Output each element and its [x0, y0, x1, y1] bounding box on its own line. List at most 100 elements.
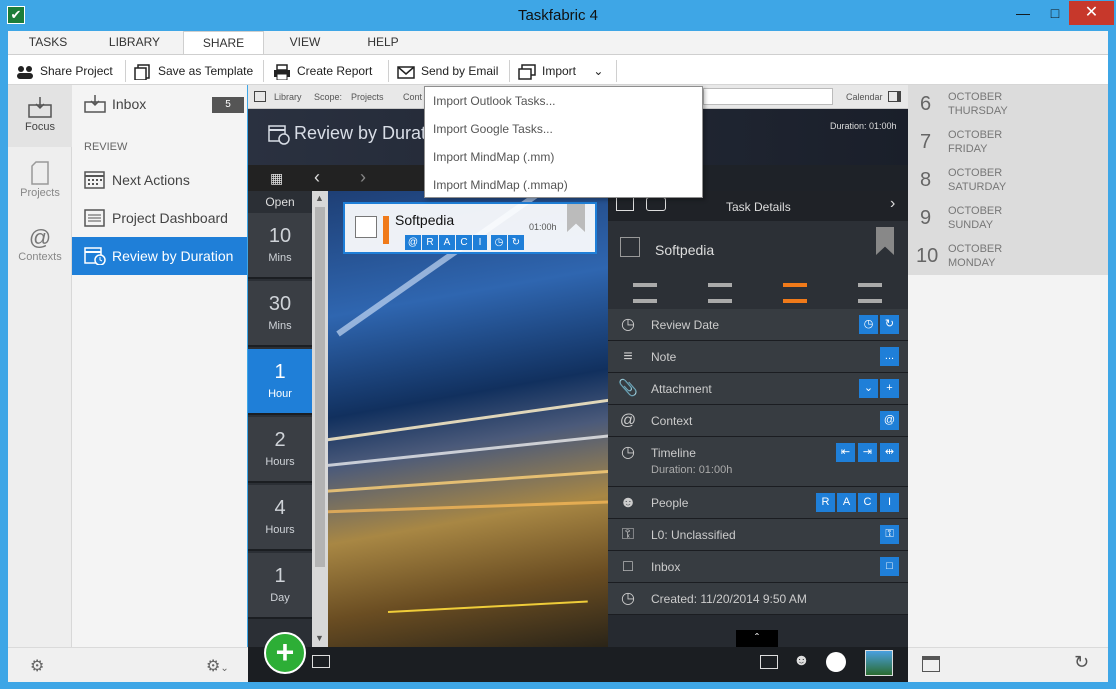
grid-view-icon[interactable]: ▦ [270, 170, 283, 187]
bookmark-icon[interactable] [567, 204, 585, 232]
clock-icon[interactable]: ◷ [491, 235, 507, 250]
raci-i[interactable]: I [880, 493, 899, 512]
raci-c[interactable]: C [858, 493, 877, 512]
align-end-icon[interactable]: ⇥ [858, 443, 877, 462]
sidebar-item-next-actions[interactable]: Next Actions [72, 161, 247, 199]
chevron-down-icon[interactable]: ⌄ [859, 379, 878, 398]
nav-contexts[interactable]: @ Contexts [8, 225, 72, 263]
bookmark-icon[interactable] [876, 227, 894, 255]
people-icon[interactable]: ☻ [793, 652, 810, 670]
review-date-row[interactable]: ◷ Review Date ◷ ↻ [608, 309, 908, 341]
maximize-button[interactable]: □ [1040, 1, 1070, 25]
scroll-up-icon[interactable]: ▲ [315, 193, 324, 203]
collapse-details-button[interactable]: ˆ [736, 630, 778, 647]
previous-arrow-icon[interactable]: ‹ [314, 167, 320, 188]
people-row[interactable]: ☻ People R A C I [608, 487, 908, 519]
send-email-button[interactable]: Send by Email [397, 61, 498, 81]
task-checkbox[interactable] [355, 216, 377, 238]
chevron-right-icon[interactable]: › [890, 195, 895, 213]
note-row[interactable]: ≡ Note ... [608, 341, 908, 373]
scope-projects[interactable]: Projects [351, 92, 384, 102]
user-avatar-icon[interactable] [826, 652, 846, 672]
duration-30-mins[interactable]: 30 Mins [248, 281, 312, 347]
calendar-day[interactable]: 8 OCTOBER SATURDAY [908, 161, 1108, 199]
sidebar-item-review-by-duration[interactable]: Review by Duration [72, 237, 247, 275]
settings-dropdown-icon[interactable]: ⚙⌄ [206, 656, 229, 676]
details-task-checkbox[interactable] [620, 237, 640, 257]
note-edit-button[interactable]: ... [880, 347, 899, 366]
save-template-button[interactable]: Save as Template [134, 61, 253, 81]
move-project-icon[interactable]: □ [880, 557, 899, 576]
context-row[interactable]: @ Context @ [608, 405, 908, 437]
refresh-icon[interactable]: ↻ [1074, 652, 1089, 673]
next-arrow-icon[interactable]: › [360, 167, 366, 188]
tab-share[interactable]: SHARE [183, 31, 264, 54]
calendar-day[interactable]: 10 OCTOBER MONDAY [908, 237, 1108, 275]
gear-icon[interactable]: ⚙ [30, 656, 44, 676]
menu-item-import-outlook[interactable]: Import Outlook Tasks... [433, 87, 693, 115]
duration-1-hour[interactable]: 1 Hour [248, 349, 312, 415]
inbox-row[interactable]: □ Inbox □ [608, 551, 908, 583]
sidebar-item-project-dashboard[interactable]: Project Dashboard [72, 199, 247, 237]
duration-2-hours[interactable]: 2 Hours [248, 417, 312, 483]
tab-view[interactable]: VIEW [264, 31, 346, 54]
plus-icon[interactable]: + [880, 379, 899, 398]
tab-library[interactable]: LIBRARY [88, 31, 181, 54]
raci-a[interactable]: A [439, 235, 455, 250]
align-start-icon[interactable]: ⇤ [836, 443, 855, 462]
key-button-icon[interactable]: ⚿ [880, 525, 899, 544]
duplicate-icon[interactable] [646, 197, 666, 211]
menu-item-import-mindmap-mm[interactable]: Import MindMap (.mm) [433, 143, 693, 171]
duration-4-hours[interactable]: 4 Hours [248, 485, 312, 551]
import-button[interactable]: Import ⌄ [518, 61, 603, 81]
add-task-icon[interactable] [616, 197, 634, 211]
nav-projects[interactable]: Projects [8, 161, 72, 199]
clock-icon[interactable]: ◷ [859, 315, 878, 334]
duration-open[interactable]: Open [248, 191, 312, 213]
raci-r[interactable]: R [422, 235, 438, 250]
add-task-button[interactable]: + [264, 632, 306, 674]
calendar-day[interactable]: 9 OCTOBER SUNDAY [908, 199, 1108, 237]
raci-c[interactable]: C [456, 235, 472, 250]
raci-r[interactable]: R [816, 493, 835, 512]
layout-option-1[interactable] [633, 283, 657, 303]
tab-tasks[interactable]: TASKS [8, 31, 88, 54]
library-toggle-icon[interactable] [254, 91, 266, 102]
calendar-day[interactable]: 6 OCTOBER THURSDAY [908, 85, 1108, 123]
layout-option-2[interactable] [708, 283, 732, 303]
menu-item-import-google[interactable]: Import Google Tasks... [433, 115, 693, 143]
calendar-panel-icon[interactable] [888, 91, 901, 102]
details-task-name[interactable]: Softpedia [655, 242, 714, 258]
calendar-icon[interactable] [922, 656, 940, 672]
repeat-icon[interactable]: ↻ [508, 235, 524, 250]
timeline-row[interactable]: ◷ Timeline Duration: 01:00h ⇤ ⇥ ⇹ [608, 437, 908, 487]
minimize-button[interactable]: — [1008, 1, 1038, 25]
task-card[interactable]: Softpedia 01:00h @ R A C I ◷ ↻ [343, 202, 597, 254]
create-report-button[interactable]: Create Report [273, 61, 372, 81]
layout-option-3-selected[interactable] [783, 283, 807, 303]
context-add-button[interactable]: @ [880, 411, 899, 430]
close-button[interactable]: ✕ [1069, 1, 1114, 25]
scope-contexts[interactable]: Cont [403, 92, 422, 102]
scrollbar-thumb[interactable] [315, 207, 325, 567]
classification-row[interactable]: ⚿ L0: Unclassified ⚿ [608, 519, 908, 551]
duration-10-mins[interactable]: 10 Mins [248, 213, 312, 279]
nav-focus[interactable]: Focus [8, 95, 72, 133]
calendar-toggle-label[interactable]: Calendar [846, 92, 883, 102]
share-project-button[interactable]: Share Project [16, 61, 113, 81]
raci-a[interactable]: A [837, 493, 856, 512]
repeat-icon[interactable]: ↻ [880, 315, 899, 334]
background-image-picker[interactable] [865, 650, 893, 676]
menu-item-import-mindmap-mmap[interactable]: Import MindMap (.mmap) [433, 171, 693, 199]
report-view-icon[interactable] [760, 655, 778, 669]
duration-1-day[interactable]: 1 Day [248, 553, 312, 619]
scroll-down-icon[interactable]: ▼ [315, 633, 324, 643]
tab-help[interactable]: HELP [346, 31, 420, 54]
layout-option-4[interactable] [858, 283, 882, 303]
expand-span-icon[interactable]: ⇹ [880, 443, 899, 462]
add-task-window-icon[interactable] [312, 655, 330, 668]
raci-at[interactable]: @ [405, 235, 421, 250]
search-input[interactable] [703, 88, 833, 105]
attachment-row[interactable]: 📎 Attachment ⌄ + [608, 373, 908, 405]
library-label[interactable]: Library [274, 92, 302, 102]
